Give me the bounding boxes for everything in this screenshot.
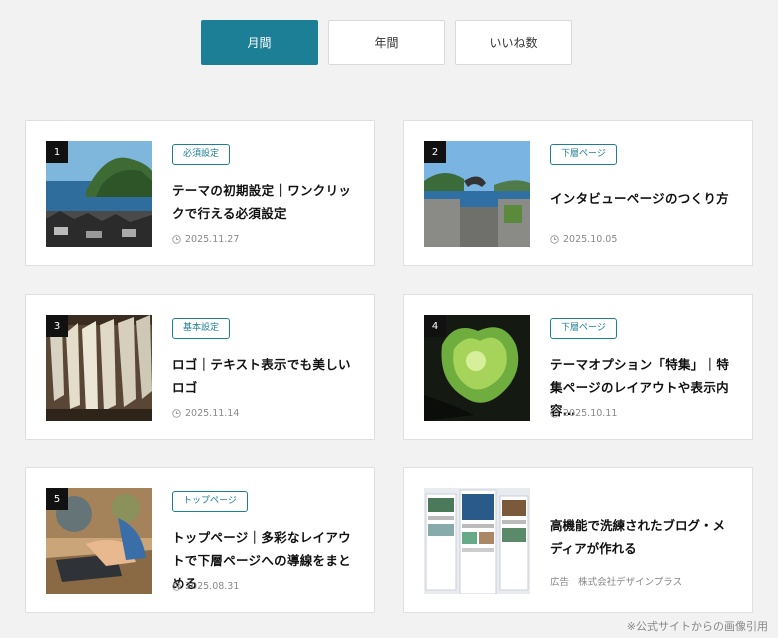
date-text: 2025.10.05 bbox=[563, 234, 618, 245]
image-credit: ※公式サイトからの画像引用 bbox=[626, 620, 768, 633]
clock-icon bbox=[550, 409, 559, 418]
article-thumbnail[interactable]: 3 bbox=[46, 315, 152, 421]
article-card[interactable]: 3 基本設定 ロゴ｜テキスト表示でも美しいロゴ 2025.11.14 bbox=[25, 294, 375, 440]
ad-meta: 広告 株式会社デザインプラス bbox=[550, 574, 682, 588]
rank-badge: 1 bbox=[46, 141, 68, 163]
tab-likes[interactable]: いいね数 bbox=[455, 20, 572, 65]
date-text: 2025.10.11 bbox=[563, 408, 618, 419]
article-thumbnail[interactable]: 4 bbox=[424, 315, 530, 421]
article-thumbnail[interactable]: 2 bbox=[424, 141, 530, 247]
article-date: 2025.11.14 bbox=[172, 408, 239, 419]
rank-badge: 3 bbox=[46, 315, 68, 337]
ad-thumbnail[interactable] bbox=[424, 488, 530, 594]
article-date: 2025.08.31 bbox=[172, 581, 239, 592]
article-thumbnail[interactable]: 1 bbox=[46, 141, 152, 247]
tab-monthly[interactable]: 月間 bbox=[201, 20, 318, 65]
category-tag[interactable]: 下層ページ bbox=[550, 318, 617, 339]
date-text: 2025.08.31 bbox=[185, 581, 240, 592]
ad-title[interactable]: 高機能で洗練されたブログ・メディアが作れる bbox=[550, 514, 734, 560]
date-text: 2025.11.14 bbox=[185, 408, 240, 419]
date-text: 2025.11.27 bbox=[185, 234, 240, 245]
article-title[interactable]: インタビューページのつくり方 bbox=[550, 187, 734, 210]
category-tag[interactable]: 必須設定 bbox=[172, 144, 231, 165]
rank-badge: 5 bbox=[46, 488, 68, 510]
article-thumbnail[interactable]: 5 bbox=[46, 488, 152, 594]
article-title[interactable]: ロゴ｜テキスト表示でも美しいロゴ bbox=[172, 353, 356, 399]
ad-label: 広告 bbox=[550, 577, 570, 588]
article-date: 2025.10.05 bbox=[550, 234, 617, 245]
category-tag[interactable]: 基本設定 bbox=[172, 318, 231, 339]
article-date: 2025.10.11 bbox=[550, 408, 617, 419]
ad-sponsor[interactable]: 株式会社デザインプラス bbox=[578, 577, 682, 588]
article-card[interactable]: 4 下層ページ テーマオプション「特集」｜特集ページのレイアウトや表示内容… 2… bbox=[403, 294, 753, 440]
article-card[interactable]: 5 トップページ トップページ｜多彩なレイアウトで下層ページへの導線をまとめる … bbox=[25, 467, 375, 613]
article-card[interactable]: 2 下層ページ インタビューページのつくり方 2025.10.05 bbox=[403, 120, 753, 266]
clock-icon bbox=[172, 235, 181, 244]
article-title[interactable]: テーマの初期設定｜ワンクリックで行える必須設定 bbox=[172, 179, 356, 225]
category-tag[interactable]: 下層ページ bbox=[550, 144, 617, 165]
tab-yearly[interactable]: 年間 bbox=[328, 20, 445, 65]
clock-icon bbox=[550, 235, 559, 244]
ad-card[interactable]: 高機能で洗練されたブログ・メディアが作れる 広告 株式会社デザインプラス bbox=[403, 467, 753, 613]
article-card[interactable]: 1 必須設定 テーマの初期設定｜ワンクリックで行える必須設定 2025.11.2… bbox=[25, 120, 375, 266]
rank-badge: 4 bbox=[424, 315, 446, 337]
rank-badge: 2 bbox=[424, 141, 446, 163]
ranking-tabs: 月間 年間 いいね数 bbox=[201, 20, 572, 65]
clock-icon bbox=[172, 582, 181, 591]
article-date: 2025.11.27 bbox=[172, 234, 239, 245]
category-tag[interactable]: トップページ bbox=[172, 491, 248, 512]
clock-icon bbox=[172, 409, 181, 418]
